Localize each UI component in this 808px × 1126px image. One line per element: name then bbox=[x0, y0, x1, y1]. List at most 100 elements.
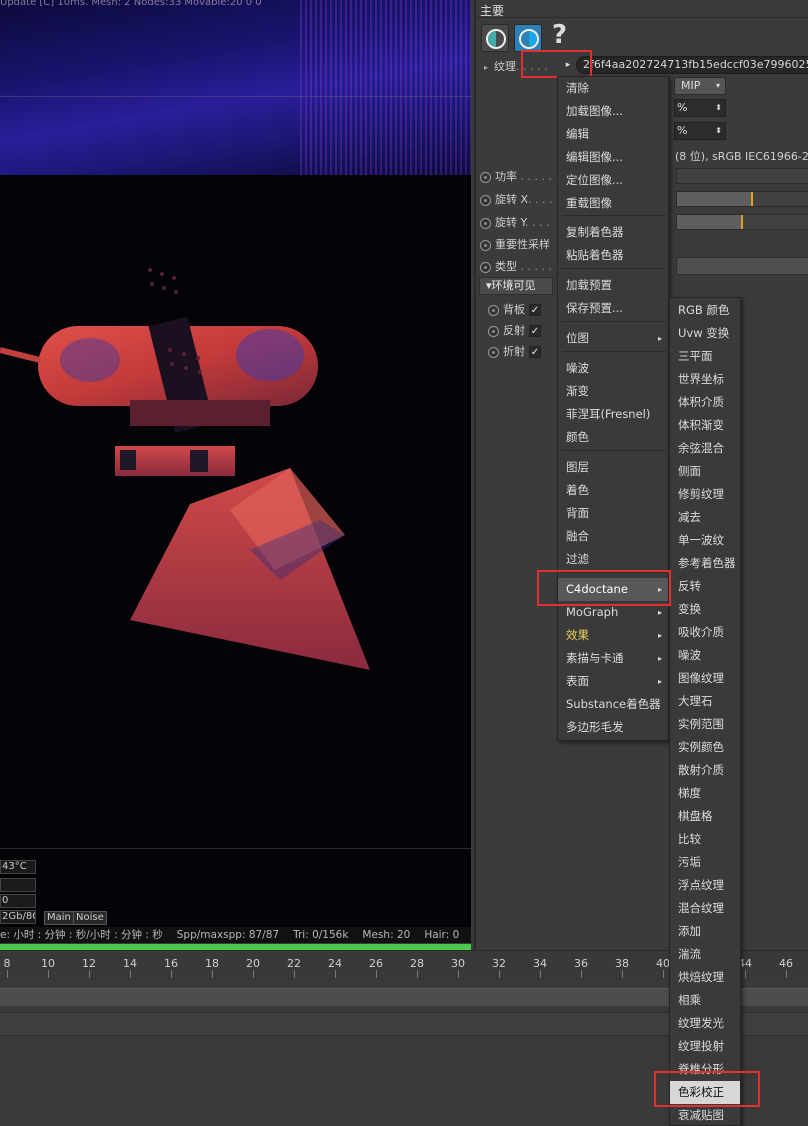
menu-item[interactable]: 背面 bbox=[558, 502, 668, 525]
checkbox-refraction[interactable]: ✓ bbox=[529, 346, 541, 358]
menu-item[interactable]: 加载图像... bbox=[558, 100, 668, 123]
submenu-item[interactable]: 污垢 bbox=[670, 851, 740, 874]
menu-item[interactable]: 编辑 bbox=[558, 123, 668, 146]
submenu-item[interactable]: 纹理发光 bbox=[670, 1012, 740, 1035]
mode-button-1[interactable] bbox=[481, 24, 509, 52]
check-refraction[interactable]: 折射 ✓ bbox=[488, 343, 541, 363]
rotate-y-slider[interactable] bbox=[676, 214, 808, 230]
submenu-item[interactable]: 散射介质 bbox=[670, 759, 740, 782]
menu-item[interactable]: 表面 ▸ bbox=[558, 670, 668, 693]
submenu-item[interactable]: 单一波纹 bbox=[670, 529, 740, 552]
row-importance-sampling[interactable]: 重要性采样 bbox=[480, 236, 550, 256]
submenu-item[interactable]: 棋盘格 bbox=[670, 805, 740, 828]
menu-item[interactable]: 加载预置 bbox=[558, 274, 668, 297]
c4doctane-submenu: RGB 颜色 Uvw 变换 三平面 世界坐标 体积介质 体积渐变 余弦混合 侧面 修剪纹理 减去单… bbox=[669, 297, 741, 1126]
row-type[interactable]: 类型 . . . . . . bbox=[480, 258, 559, 278]
menu-item[interactable]: 重载图像 bbox=[558, 192, 668, 215]
menu-item[interactable]: 编辑图像... bbox=[558, 146, 668, 169]
submenu-item[interactable]: 实例颜色 bbox=[670, 736, 740, 759]
menu-item[interactable]: 渐变 bbox=[558, 380, 668, 403]
submenu-item[interactable]: 图像纹理 bbox=[670, 667, 740, 690]
row-rotate-y[interactable]: 旋转 Y. . . . bbox=[480, 214, 549, 234]
hud-blank bbox=[0, 878, 36, 892]
menu-item-label: 清除 bbox=[566, 81, 589, 95]
submenu-item[interactable]: 世界坐标 bbox=[670, 368, 740, 391]
help-icon[interactable]: ? bbox=[552, 20, 567, 50]
menu-item[interactable]: 复制着色器 bbox=[558, 221, 668, 244]
timeline-tick-label: 46 bbox=[779, 957, 793, 970]
checkbox-backplate[interactable]: ✓ bbox=[529, 304, 541, 316]
submenu-item[interactable]: 浮点纹理 bbox=[670, 874, 740, 897]
menu-item[interactable]: 噪波 bbox=[558, 357, 668, 380]
submenu-item[interactable]: 侧面 bbox=[670, 460, 740, 483]
submenu-item[interactable]: 三平面 bbox=[670, 345, 740, 368]
submenu-item[interactable]: 变换 bbox=[670, 598, 740, 621]
submenu-item[interactable]: 修剪纹理 bbox=[670, 483, 740, 506]
submenu-item[interactable]: 体积渐变 bbox=[670, 414, 740, 437]
menu-item[interactable]: Substance着色器 bbox=[558, 693, 668, 716]
menu-item[interactable]: 素描与卡通 ▸ bbox=[558, 647, 668, 670]
sampling-dropdown[interactable]: MIP ▾ bbox=[674, 77, 726, 95]
menu-item[interactable]: 清除 bbox=[558, 77, 668, 100]
submenu-item[interactable]: RGB 颜色 bbox=[670, 299, 740, 322]
tab-noise[interactable]: Noise bbox=[73, 911, 107, 925]
submenu-item[interactable]: 相乘 bbox=[670, 989, 740, 1012]
submenu-item[interactable]: 实例范围 bbox=[670, 713, 740, 736]
checkbox-reflection[interactable]: ✓ bbox=[529, 325, 541, 337]
check-reflection[interactable]: 反射 ✓ bbox=[488, 322, 541, 342]
radio-icon[interactable] bbox=[480, 171, 491, 183]
radio-icon[interactable] bbox=[480, 194, 491, 206]
submenu-item[interactable]: 体积介质 bbox=[670, 391, 740, 414]
menu-item[interactable]: 融合 bbox=[558, 525, 668, 548]
timeline-tick-label: 16 bbox=[164, 957, 178, 970]
submenu-item[interactable]: 梯度 bbox=[670, 782, 740, 805]
tab-main[interactable]: Main bbox=[44, 911, 74, 925]
radio-icon[interactable] bbox=[480, 239, 491, 251]
menu-item[interactable]: 粘贴着色器 bbox=[558, 244, 668, 267]
menu-item[interactable]: 保存预置... bbox=[558, 297, 668, 320]
mode-button-2[interactable] bbox=[514, 24, 542, 52]
timeline-tick-label: 40 bbox=[656, 957, 670, 970]
submenu-item[interactable]: Uvw 变换 bbox=[670, 322, 740, 345]
submenu-item[interactable]: 大理石 bbox=[670, 690, 740, 713]
submenu-item[interactable]: 参考着色器 bbox=[670, 552, 740, 575]
texture-path-field[interactable]: 2f6f4aa202724713fb15edccf03e7996025c26 bbox=[576, 56, 808, 74]
submenu-item[interactable]: 反转 bbox=[670, 575, 740, 598]
pen-body-shape bbox=[0, 316, 318, 476]
menu-item[interactable]: 菲涅耳(Fresnel) bbox=[558, 403, 668, 426]
rotate-x-slider[interactable] bbox=[676, 191, 808, 207]
type-dropdown[interactable] bbox=[676, 257, 808, 275]
percent-field-1[interactable]: % ⬍ bbox=[674, 99, 726, 117]
submenu-item[interactable]: 衰减贴图 bbox=[670, 1104, 740, 1126]
menu-item[interactable]: 位图 ▸ bbox=[558, 327, 668, 350]
radio-icon[interactable] bbox=[480, 217, 491, 229]
row-power[interactable]: 功率 . . . . . . bbox=[480, 168, 559, 188]
submenu-item[interactable]: 比较 bbox=[670, 828, 740, 851]
percent-field-2[interactable]: % ⬍ bbox=[674, 122, 726, 140]
hud-memory: 2Gb/8Gb bbox=[0, 910, 36, 924]
timeline-tick-mark bbox=[581, 970, 582, 978]
submenu-item[interactable]: 纹理投射 bbox=[670, 1035, 740, 1058]
submenu-item[interactable]: 吸收介质 bbox=[670, 621, 740, 644]
menu-item[interactable]: 定位图像... bbox=[558, 169, 668, 192]
timeline-tick-mark bbox=[663, 970, 664, 978]
submenu-item[interactable]: 添加 bbox=[670, 920, 740, 943]
radio-icon[interactable] bbox=[480, 261, 491, 273]
row-rotate-x[interactable]: 旋转 X. . . . bbox=[480, 191, 553, 211]
submenu-item[interactable]: 烘焙纹理 bbox=[670, 966, 740, 989]
menu-item[interactable]: 着色 bbox=[558, 479, 668, 502]
check-backplate[interactable]: 背板 ✓ bbox=[488, 301, 541, 321]
menu-item[interactable]: 多边形毛发 bbox=[558, 716, 668, 739]
menu-item[interactable]: 图层 bbox=[558, 456, 668, 479]
env-visibility-group[interactable]: ▾环境可见 bbox=[479, 277, 553, 295]
menu-item[interactable]: 过滤 bbox=[558, 548, 668, 571]
submenu-item[interactable]: 湍流 bbox=[670, 943, 740, 966]
submenu-item[interactable]: 混合纹理 bbox=[670, 897, 740, 920]
menu-item[interactable]: 颜色 bbox=[558, 426, 668, 449]
submenu-item[interactable]: 噪波 bbox=[670, 644, 740, 667]
render-viewport[interactable]: Update [C] 10ms. Mesh: 2 Nodes:33 Movabl… bbox=[0, 0, 471, 930]
power-slider[interactable] bbox=[676, 168, 808, 184]
submenu-item[interactable]: 减去 bbox=[670, 506, 740, 529]
submenu-item[interactable]: 余弦混合 bbox=[670, 437, 740, 460]
menu-item[interactable]: 效果 ▸ bbox=[558, 624, 668, 647]
